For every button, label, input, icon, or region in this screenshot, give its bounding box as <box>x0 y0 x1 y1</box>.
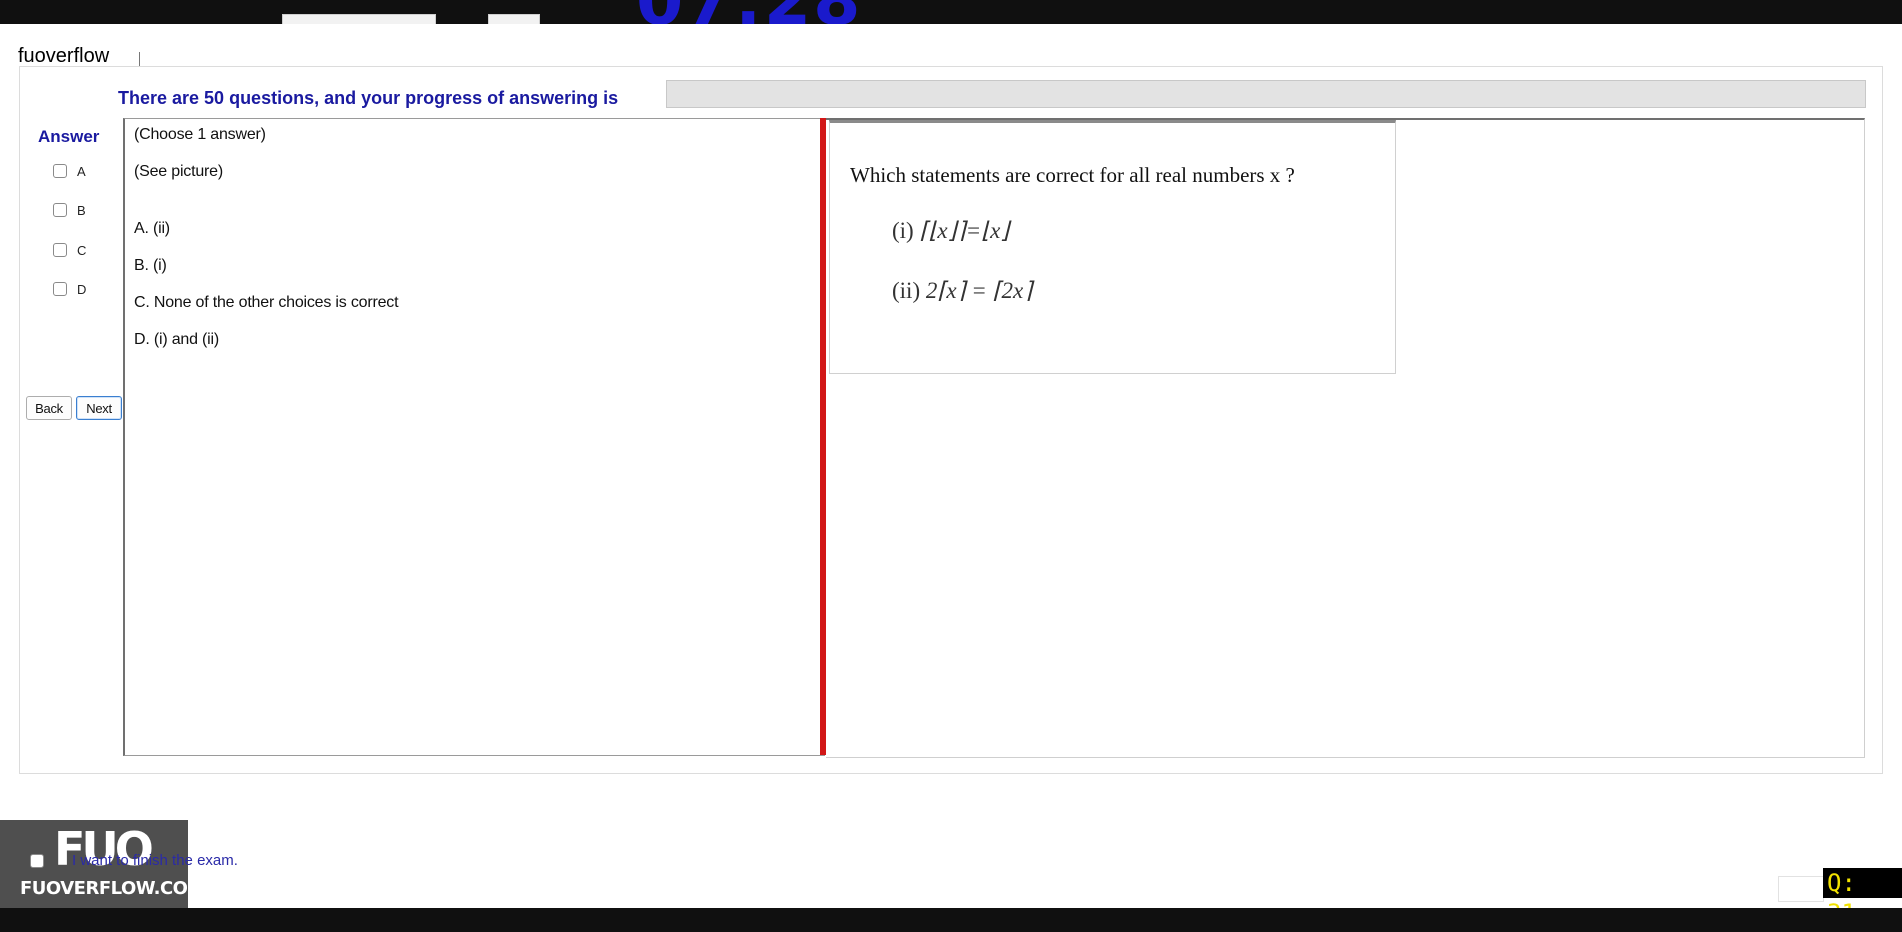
checkbox-b[interactable] <box>53 203 67 217</box>
checkbox-c[interactable] <box>53 243 67 257</box>
choice-a: A. (ii) <box>134 220 170 237</box>
answer-option-d[interactable]: D <box>53 280 86 298</box>
answer-option-label: A <box>77 163 86 179</box>
question-number-input[interactable] <box>1778 876 1824 902</box>
finish-exam-checkbox[interactable] <box>30 853 44 868</box>
top-bar: 07:28 <box>0 0 1902 24</box>
app-name: fuoverflow <box>18 45 110 67</box>
progress-label: There are 50 questions, and your progres… <box>118 88 619 108</box>
statement-1-formula: ⌈⌊x⌋⌉=⌊x⌋ <box>919 218 1010 243</box>
answer-option-label: C <box>77 242 87 258</box>
answer-title: Answer <box>38 127 100 146</box>
picture-question-text: Which statements are correct for all rea… <box>850 163 1295 187</box>
picture-statement-2: (ii) 2⌈x⌉ = ⌈2x⌉ <box>892 278 1032 304</box>
answer-option-label: B <box>77 202 86 218</box>
choice-d: D. (i) and (ii) <box>134 331 220 348</box>
statement-2-label: (ii) <box>892 278 921 303</box>
question-picture: Which statements are correct for all rea… <box>829 120 1396 374</box>
checkbox-a[interactable] <box>53 164 67 178</box>
statement-2-formula: 2⌈x⌉ = ⌈2x⌉ <box>925 278 1033 303</box>
question-pane[interactable] <box>123 118 825 756</box>
answer-option-b[interactable]: B <box>53 201 86 219</box>
question-prompt: (See picture) <box>134 163 223 180</box>
answer-option-label: D <box>77 281 87 297</box>
picture-statement-1: (i) ⌈⌊x⌋⌉=⌊x⌋ <box>892 218 1009 244</box>
top-control-right[interactable] <box>488 14 540 24</box>
bottom-bar <box>0 908 1902 932</box>
question-instruction: (Choose 1 answer) <box>134 126 266 143</box>
next-button[interactable]: Next <box>76 396 122 420</box>
choice-b: B. (i) <box>134 257 167 274</box>
back-button[interactable]: Back <box>26 396 72 420</box>
finish-exam-row[interactable]: I want to finish the exam. <box>30 852 238 869</box>
answer-option-c[interactable]: C <box>53 241 86 259</box>
exam-timer: 07:28 <box>636 0 862 24</box>
question-number-badge: Q: 31 <box>1823 868 1902 927</box>
choice-c: C. None of the other choices is correct <box>134 294 399 311</box>
finish-exam-label: I want to finish the exam. <box>72 852 238 869</box>
progress-bar <box>666 80 1866 108</box>
top-control-left[interactable] <box>282 14 436 24</box>
statement-1-label: (i) <box>892 218 914 243</box>
answer-option-a[interactable]: A <box>53 162 86 180</box>
logo-text: FUOVERFLOW.COM <box>20 878 205 899</box>
checkbox-d[interactable] <box>53 282 67 296</box>
